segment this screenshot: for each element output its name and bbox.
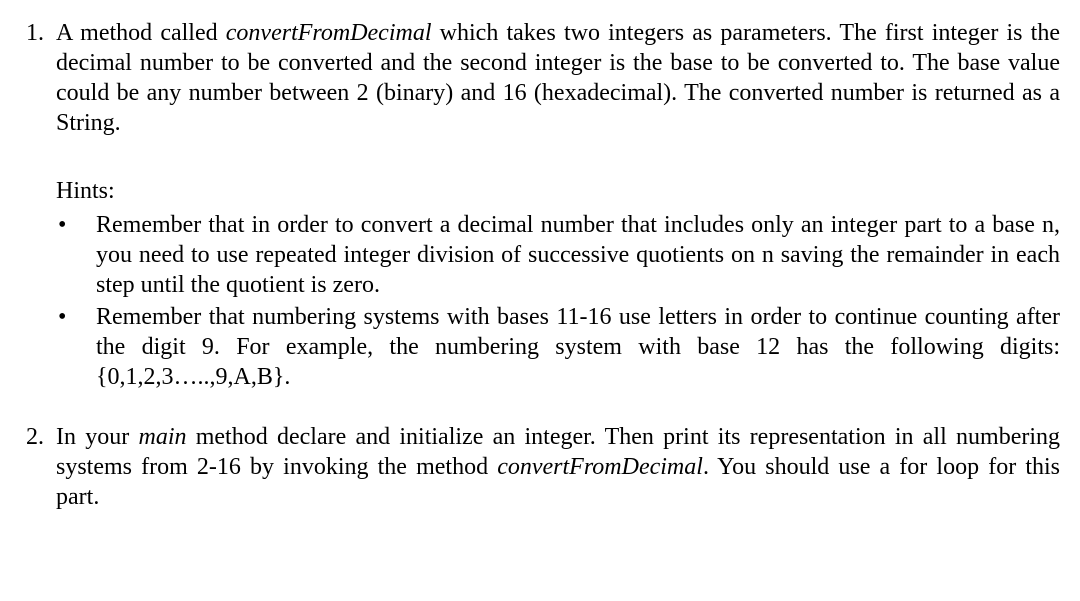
item-2-pre: In your [56, 424, 138, 450]
bullet-item-2: • Remember that numbering systems with b… [56, 302, 1060, 392]
bullet-marker-2: • [56, 302, 96, 392]
bullet-text-2: Remember that numbering systems with bas… [96, 302, 1060, 392]
bullet-text-1: Remember that in order to convert a deci… [96, 210, 1060, 300]
bullet-marker-1: • [56, 210, 96, 300]
hints-bullet-list: • Remember that in order to convert a de… [56, 210, 1060, 392]
item-2-method: convertFromDecimal [497, 454, 703, 480]
list-number-2: 2. [8, 422, 56, 512]
list-item-2: 2. In your main method declare and initi… [8, 422, 1060, 512]
item-1-pre: A method called [56, 20, 226, 46]
item-2-text: In your main method declare and initiali… [56, 422, 1060, 512]
item-1-method: convertFromDecimal [226, 20, 432, 46]
list-content-2: In your main method declare and initiali… [56, 422, 1060, 512]
hints-label: Hints: [56, 176, 1060, 206]
bullet-item-1: • Remember that in order to convert a de… [56, 210, 1060, 300]
list-content-1: A method called convertFromDecimal which… [56, 18, 1060, 394]
list-number-1: 1. [8, 18, 56, 394]
list-item-1: 1. A method called convertFromDecimal wh… [8, 18, 1060, 394]
item-2-italic-main: main [138, 424, 186, 450]
item-1-text: A method called convertFromDecimal which… [56, 18, 1060, 138]
